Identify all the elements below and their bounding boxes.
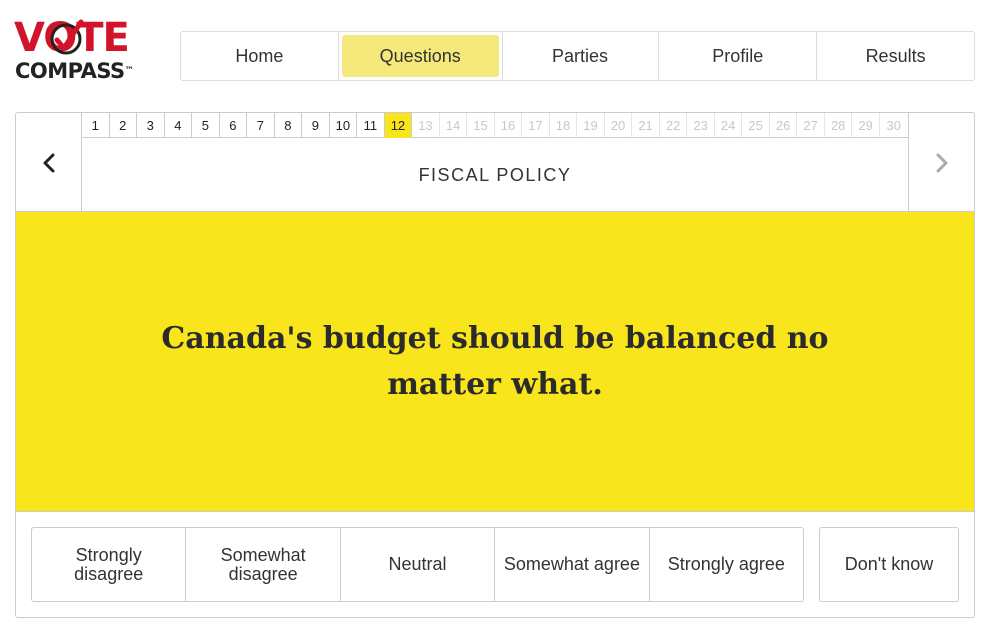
question-number-21[interactable]: 21	[632, 113, 660, 138]
nav-questions[interactable]: Questions	[341, 31, 503, 81]
question-number-17[interactable]: 17	[522, 113, 550, 138]
logo-compass-text: COMPASS™	[15, 59, 134, 83]
question-number-strip: 1 2 3 4 5 6 7 8 9 10 11 12 13 14 15 16 17 18 19 20 21 22 23 24 2…	[82, 113, 908, 138]
question-number-25[interactable]: 25	[742, 113, 770, 138]
question-number-30[interactable]: 30	[880, 113, 908, 138]
nav-home[interactable]: Home	[181, 32, 339, 80]
next-question-button[interactable]	[908, 113, 974, 212]
nav-profile[interactable]: Profile	[659, 32, 818, 80]
chevron-right-icon	[936, 153, 947, 172]
question-number-8[interactable]: 8	[275, 113, 303, 138]
question-number-20[interactable]: 20	[605, 113, 633, 138]
question-number-22[interactable]: 22	[660, 113, 688, 138]
topic-title: FISCAL POLICY	[418, 164, 572, 185]
compass-check-icon	[50, 19, 84, 55]
question-number-19[interactable]: 19	[577, 113, 605, 138]
nav-parties-label: Parties	[551, 45, 608, 66]
nav-results[interactable]: Results	[817, 32, 974, 80]
question-number-26[interactable]: 26	[770, 113, 798, 138]
question-number-3[interactable]: 3	[137, 113, 165, 138]
question-number-7[interactable]: 7	[247, 113, 275, 138]
question-card: 1 2 3 4 5 6 7 8 9 10 11 12 13 14 15 16 17 18 19 20 21 22 23 24 2…	[15, 112, 975, 618]
answer-scale: Strongly disagree Somewhat disagree Neut…	[31, 527, 804, 602]
previous-question-button[interactable]	[16, 113, 82, 212]
vote-compass-logo[interactable]: VOTE COMPASS™	[14, 18, 154, 88]
question-number-5[interactable]: 5	[192, 113, 220, 138]
nav-questions-label: Questions	[379, 45, 461, 66]
answer-neutral[interactable]: Neutral	[341, 528, 496, 601]
question-number-4[interactable]: 4	[165, 113, 193, 138]
answer-strongly-agree[interactable]: Strongly agree	[650, 528, 803, 601]
chevron-left-icon	[43, 153, 54, 172]
question-number-13[interactable]: 13	[412, 113, 440, 138]
question-text: Canada's budget should be balanced no ma…	[161, 320, 829, 402]
question-number-10[interactable]: 10	[330, 113, 358, 138]
nav-profile-label: Profile	[712, 45, 764, 66]
question-number-18[interactable]: 18	[550, 113, 578, 138]
question-number-28[interactable]: 28	[825, 113, 853, 138]
question-number-11[interactable]: 11	[357, 113, 385, 138]
answer-somewhat-disagree[interactable]: Somewhat disagree	[186, 528, 341, 601]
question-number-12[interactable]: 12	[384, 113, 413, 138]
question-number-9[interactable]: 9	[302, 113, 330, 138]
question-number-29[interactable]: 29	[852, 113, 880, 138]
question-number-15[interactable]: 15	[467, 113, 495, 138]
nav-parties[interactable]: Parties	[502, 32, 660, 80]
question-number-2[interactable]: 2	[110, 113, 138, 138]
answer-strongly-disagree[interactable]: Strongly disagree	[32, 528, 187, 601]
nav-home-label: Home	[235, 45, 284, 66]
main-nav: Home Questions Parties Profile Results	[180, 31, 975, 81]
question-number-23[interactable]: 23	[687, 113, 715, 138]
question-number-1[interactable]: 1	[82, 113, 110, 138]
question-number-14[interactable]: 14	[440, 113, 468, 138]
question-header: 1 2 3 4 5 6 7 8 9 10 11 12 13 14 15 16 17 18 19 20 21 22 23 24 2…	[16, 113, 974, 212]
question-panel: Canada's budget should be balanced no ma…	[16, 212, 974, 512]
question-number-6[interactable]: 6	[220, 113, 248, 138]
answer-dont-know[interactable]: Don't know	[819, 527, 959, 602]
question-number-16[interactable]: 16	[495, 113, 523, 138]
answer-somewhat-agree[interactable]: Somewhat agree	[495, 528, 650, 601]
question-number-24[interactable]: 24	[715, 113, 743, 138]
question-number-27[interactable]: 27	[797, 113, 825, 138]
nav-results-label: Results	[865, 45, 926, 66]
